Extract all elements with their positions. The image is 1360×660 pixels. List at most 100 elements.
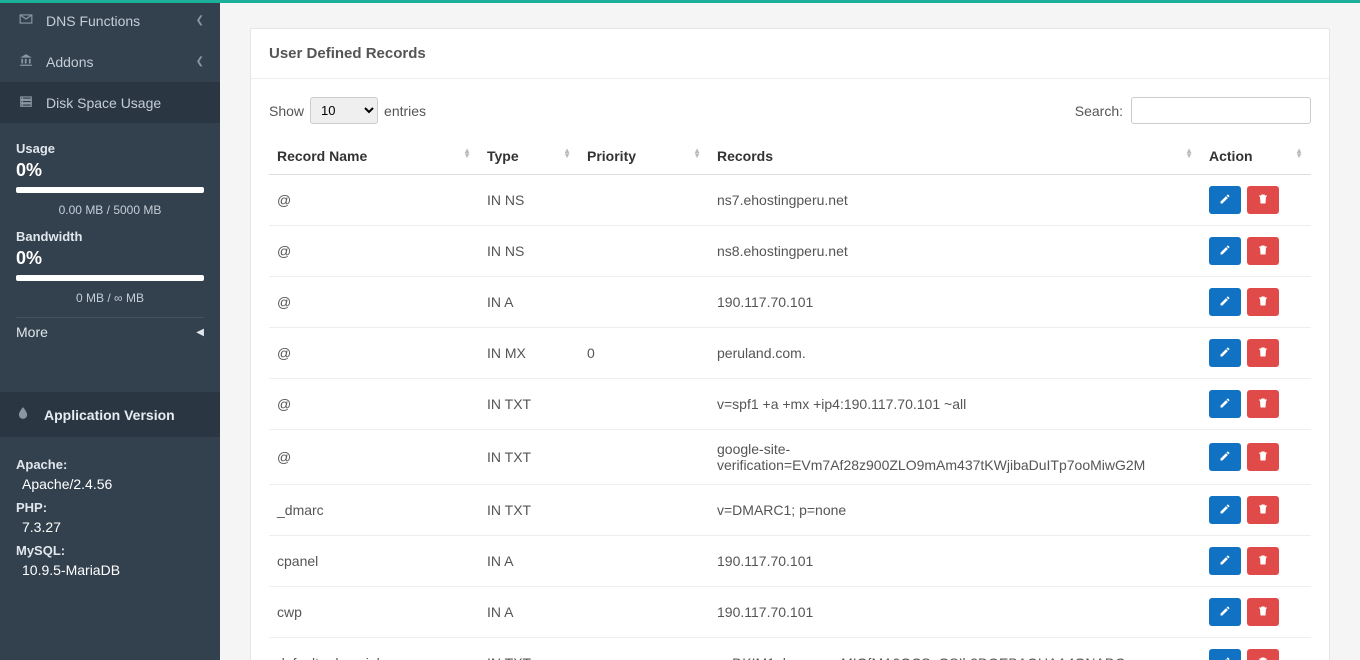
cell-action	[1201, 328, 1311, 379]
col-header-priority-label: Priority	[587, 148, 636, 164]
cell-type: IN NS	[479, 226, 579, 277]
col-header-records[interactable]: Records ▲▼	[709, 138, 1201, 175]
more-toggle[interactable]: More ◀	[16, 317, 204, 346]
edit-icon	[1219, 295, 1231, 310]
delete-button[interactable]	[1247, 649, 1279, 660]
delete-button[interactable]	[1247, 443, 1279, 471]
col-header-priority[interactable]: Priority ▲▼	[579, 138, 709, 175]
more-label: More	[16, 324, 48, 340]
cell-name: @	[269, 277, 479, 328]
col-header-name[interactable]: Record Name ▲▼	[269, 138, 479, 175]
cell-name: @	[269, 379, 479, 430]
delete-button[interactable]	[1247, 237, 1279, 265]
table-controls: Show 10 entries Search:	[269, 97, 1311, 124]
search-input[interactable]	[1131, 97, 1311, 124]
cell-action	[1201, 226, 1311, 277]
length-select[interactable]: 10	[310, 97, 378, 124]
cell-priority	[579, 430, 709, 485]
table-row: @IN TXTgoogle-site-verification=EVm7Af28…	[269, 430, 1311, 485]
php-value: 7.3.27	[22, 519, 204, 535]
table-row: @IN A190.117.70.101	[269, 277, 1311, 328]
cell-type: IN TXT	[479, 638, 579, 660]
usage-sub: 0.00 MB / 5000 MB	[16, 203, 204, 217]
envelope-icon	[16, 12, 36, 29]
trash-icon	[1257, 450, 1269, 465]
edit-button[interactable]	[1209, 547, 1241, 575]
table-row: @IN NSns7.ehostingperu.net	[269, 175, 1311, 226]
delete-button[interactable]	[1247, 390, 1279, 418]
cell-type: IN TXT	[479, 379, 579, 430]
delete-button[interactable]	[1247, 288, 1279, 316]
edit-button[interactable]	[1209, 288, 1241, 316]
cell-name: @	[269, 328, 479, 379]
cell-action	[1201, 379, 1311, 430]
sort-icon: ▲▼	[563, 148, 571, 158]
delete-button[interactable]	[1247, 339, 1279, 367]
chevron-left-icon: ❮	[196, 56, 204, 67]
cell-records: 190.117.70.101	[709, 277, 1201, 328]
sort-icon: ▲▼	[1185, 148, 1193, 158]
col-header-type[interactable]: Type ▲▼	[479, 138, 579, 175]
cell-action	[1201, 277, 1311, 328]
app-version-header: Application Version	[0, 392, 220, 437]
cell-type: IN MX	[479, 328, 579, 379]
edit-button[interactable]	[1209, 390, 1241, 418]
card-title: User Defined Records	[251, 29, 1329, 79]
edit-icon	[1219, 193, 1231, 208]
cell-type: IN TXT	[479, 430, 579, 485]
cell-records: 190.117.70.101	[709, 536, 1201, 587]
droplet-icon	[16, 406, 36, 423]
edit-icon	[1219, 503, 1231, 518]
cell-action	[1201, 485, 1311, 536]
cell-name: default._domainkey	[269, 638, 479, 660]
edit-button[interactable]	[1209, 339, 1241, 367]
edit-button[interactable]	[1209, 598, 1241, 626]
col-header-name-label: Record Name	[277, 148, 367, 164]
cell-records: ns8.ehostingperu.net	[709, 226, 1201, 277]
cell-priority	[579, 175, 709, 226]
cell-priority	[579, 379, 709, 430]
table-row: cwpIN A190.117.70.101	[269, 587, 1311, 638]
sort-icon: ▲▼	[693, 148, 701, 158]
cell-name: cpanel	[269, 536, 479, 587]
cell-records: v=spf1 +a +mx +ip4:190.117.70.101 ~all	[709, 379, 1201, 430]
cell-action	[1201, 430, 1311, 485]
delete-button[interactable]	[1247, 186, 1279, 214]
edit-button[interactable]	[1209, 496, 1241, 524]
usage-label: Usage	[16, 141, 204, 156]
cell-records: 190.117.70.101	[709, 587, 1201, 638]
show-suffix: entries	[384, 103, 426, 119]
cell-action	[1201, 175, 1311, 226]
trash-icon	[1257, 554, 1269, 569]
delete-button[interactable]	[1247, 547, 1279, 575]
sort-icon: ▲▼	[463, 148, 471, 158]
disk-icon	[16, 94, 36, 111]
cell-records: v=DKIM1; k=rsa; p=MIGfMA0GCSqGSIb3DQEBAQ…	[709, 638, 1201, 660]
sidebar: DNS Functions❮Addons❮Disk Space Usage Us…	[0, 0, 220, 660]
table-row: @IN MX0peruland.com.	[269, 328, 1311, 379]
records-card: User Defined Records Show 10 entries Sea…	[250, 28, 1330, 660]
edit-button[interactable]	[1209, 649, 1241, 660]
edit-icon	[1219, 450, 1231, 465]
cell-priority: 0	[579, 328, 709, 379]
col-header-action-label: Action	[1209, 148, 1253, 164]
cell-records: v=DMARC1; p=none	[709, 485, 1201, 536]
edit-button[interactable]	[1209, 443, 1241, 471]
usage-value: 0%	[16, 160, 204, 181]
cell-type: IN A	[479, 536, 579, 587]
col-header-action[interactable]: Action ▲▼	[1201, 138, 1311, 175]
cell-type: IN A	[479, 587, 579, 638]
cell-records: ns7.ehostingperu.net	[709, 175, 1201, 226]
edit-button[interactable]	[1209, 237, 1241, 265]
edit-button[interactable]	[1209, 186, 1241, 214]
sidebar-item-dns-functions[interactable]: DNS Functions❮	[0, 0, 220, 41]
usage-progress	[16, 187, 204, 193]
cell-action	[1201, 587, 1311, 638]
sidebar-item-disk-space-usage[interactable]: Disk Space Usage	[0, 82, 220, 123]
cell-records: google-site-verification=EVm7Af28z900ZLO…	[709, 430, 1201, 485]
trash-icon	[1257, 503, 1269, 518]
sidebar-item-addons[interactable]: Addons❮	[0, 41, 220, 82]
delete-button[interactable]	[1247, 598, 1279, 626]
table-row: _dmarcIN TXTv=DMARC1; p=none	[269, 485, 1311, 536]
delete-button[interactable]	[1247, 496, 1279, 524]
